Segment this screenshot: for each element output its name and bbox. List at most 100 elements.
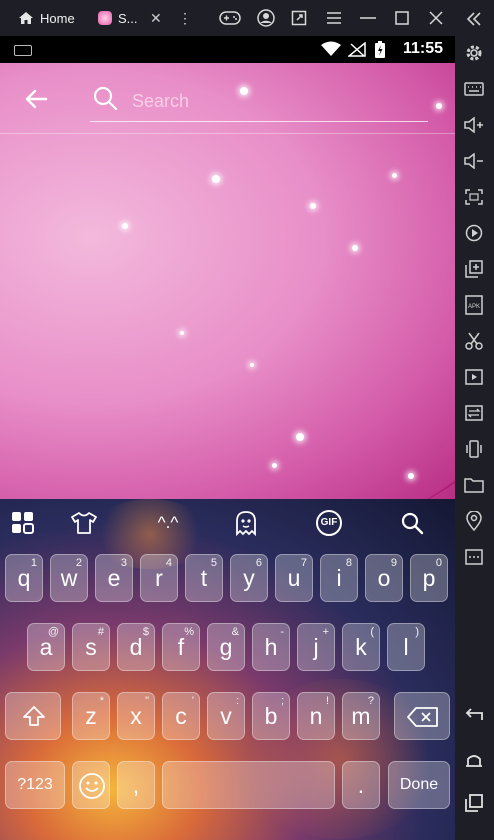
key[interactable]: * z xyxy=(72,692,110,740)
space-key[interactable] xyxy=(162,761,335,809)
window-close-icon[interactable] xyxy=(426,8,446,28)
key[interactable]: 9o xyxy=(365,554,403,602)
key[interactable]: ; b xyxy=(252,692,290,740)
more-options-icon[interactable] xyxy=(463,546,485,568)
key-label: f xyxy=(177,634,185,660)
theme-shirt-icon[interactable] xyxy=(70,509,98,537)
done-key[interactable]: Done xyxy=(388,761,450,809)
location-pin-icon[interactable] xyxy=(463,510,485,532)
android-back-icon[interactable] xyxy=(463,704,485,726)
key-label: i xyxy=(336,565,342,591)
record-macro-icon[interactable] xyxy=(463,222,485,244)
key[interactable]: & g xyxy=(207,623,245,671)
emoticon-button[interactable]: ^.^ xyxy=(150,509,186,537)
shake-device-icon[interactable] xyxy=(463,438,485,460)
settings-gear-icon[interactable] xyxy=(463,42,485,64)
android-recents-icon[interactable] xyxy=(463,792,485,814)
search-icon xyxy=(93,86,118,111)
key[interactable]: % f xyxy=(162,623,200,671)
backspace-key[interactable] xyxy=(394,692,450,740)
key[interactable]: 2w xyxy=(50,554,88,602)
key[interactable]: 3e xyxy=(95,554,133,602)
tab-home[interactable]: Home xyxy=(18,6,75,30)
backspace-icon xyxy=(407,707,438,727)
key[interactable]: 1q xyxy=(5,554,43,602)
key[interactable]: $ d xyxy=(117,623,155,671)
key-label: p xyxy=(422,565,436,591)
battery-icon xyxy=(375,41,385,58)
key[interactable]: " x xyxy=(117,692,155,740)
app-background xyxy=(0,63,455,499)
key-label: s xyxy=(85,634,97,660)
key[interactable]: ' c xyxy=(162,692,200,740)
key-label: z xyxy=(85,703,97,729)
search-field-container[interactable] xyxy=(90,81,428,122)
key-label: k xyxy=(355,634,367,660)
search-input[interactable] xyxy=(130,85,414,117)
key[interactable]: 4r xyxy=(140,554,178,602)
key-label: y xyxy=(243,565,255,591)
minimize-icon[interactable] xyxy=(358,8,378,28)
folder-icon[interactable] xyxy=(463,474,485,496)
period-key[interactable]: . xyxy=(342,761,380,809)
soft-keyboard: ^.^ GIF 1q 2w 3e 4r 5t 6y 7u 8i 9o 0p @ a… xyxy=(0,499,455,840)
key[interactable]: (k xyxy=(342,623,380,671)
key[interactable]: 7u xyxy=(275,554,313,602)
keyboard-search-icon[interactable] xyxy=(398,509,426,537)
collapse-panel-icon[interactable] xyxy=(463,8,485,30)
sync-icon[interactable] xyxy=(463,402,485,424)
key-label: , xyxy=(132,772,140,798)
key[interactable]: :v xyxy=(207,692,245,740)
sparkle xyxy=(180,331,184,335)
more-vert-icon[interactable]: ⋮ xyxy=(175,8,195,28)
media-player-icon[interactable] xyxy=(463,366,485,388)
key[interactable]: + j xyxy=(297,623,335,671)
shift-key[interactable] xyxy=(5,692,61,740)
tab-app[interactable]: S... xyxy=(98,6,138,30)
keyboard-icon[interactable] xyxy=(463,78,485,100)
comma-key[interactable]: , xyxy=(117,761,155,809)
volume-down-icon[interactable] xyxy=(463,150,485,172)
sparkle xyxy=(310,203,316,209)
key[interactable]: # s xyxy=(72,623,110,671)
key-label: Done xyxy=(399,776,439,793)
gamepad-icon[interactable] xyxy=(218,8,242,28)
key-label: v xyxy=(220,703,232,729)
volume-up-icon[interactable] xyxy=(463,114,485,136)
key-label: t xyxy=(200,565,208,591)
expand-window-icon[interactable] xyxy=(289,8,309,28)
key[interactable]: 0p xyxy=(410,554,448,602)
wifi-icon xyxy=(321,41,341,56)
maximize-icon[interactable] xyxy=(392,8,412,28)
apk-install-icon[interactable]: APK xyxy=(463,294,485,316)
key[interactable]: -h xyxy=(252,623,290,671)
gif-button[interactable]: GIF xyxy=(315,509,343,537)
key[interactable]: 5t xyxy=(185,554,223,602)
multi-instance-icon[interactable] xyxy=(463,258,485,280)
emoji-key[interactable] xyxy=(72,761,110,809)
key-label: w xyxy=(60,565,78,591)
sticker-ghost-icon[interactable] xyxy=(232,509,260,537)
emoji-icon xyxy=(79,773,105,799)
tab-close-button[interactable]: ✕ xyxy=(150,6,162,30)
clock: 11:55 xyxy=(402,40,443,57)
key-label: e xyxy=(107,565,121,591)
screenshot-scissors-icon[interactable] xyxy=(463,330,485,352)
key[interactable]: ! n xyxy=(297,692,335,740)
apps-grid-icon[interactable] xyxy=(9,509,37,537)
android-home-icon[interactable] xyxy=(463,748,485,770)
tab-app-label: S... xyxy=(118,10,138,26)
fullscreen-icon[interactable] xyxy=(463,186,485,208)
emulator-side-toolbar: APK xyxy=(455,0,494,840)
menu-icon[interactable] xyxy=(324,8,344,28)
key[interactable]: 8i xyxy=(320,554,358,602)
key-label: n xyxy=(309,703,323,729)
key[interactable]: ? m xyxy=(342,692,380,740)
account-icon[interactable] xyxy=(256,8,276,28)
sparkle xyxy=(296,433,304,441)
key[interactable]: 6y xyxy=(230,554,268,602)
key[interactable]: ) l xyxy=(387,623,425,671)
back-arrow-icon[interactable] xyxy=(22,85,50,113)
symbols-key[interactable]: ?123 xyxy=(5,761,65,809)
key[interactable]: @ a xyxy=(27,623,65,671)
